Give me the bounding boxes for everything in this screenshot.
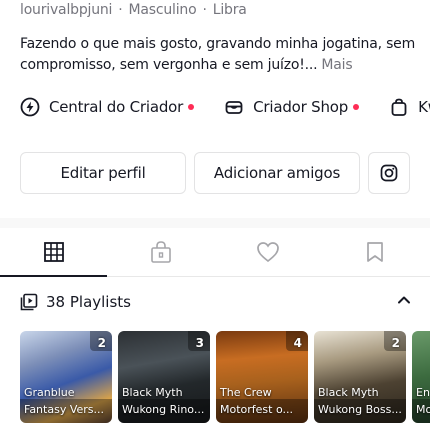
playlist-video-count: 4 [293, 336, 302, 350]
playlists-count-label: 38 Playlists [46, 293, 131, 311]
link-kwa[interactable]: Kwa [389, 97, 430, 117]
link-creator-center[interactable]: Central do Criador [20, 97, 195, 117]
playlist-card[interactable]: En Mo [412, 331, 430, 423]
tab-videos[interactable] [0, 228, 107, 277]
instagram-button[interactable] [368, 152, 410, 194]
playlist-card[interactable]: 4 The Crew Motorfest o... [216, 331, 308, 423]
playlist-title-line1: Granblue [24, 386, 75, 399]
link-label: Central do Criador [49, 98, 184, 116]
bag-icon [391, 98, 407, 116]
playlist-title-line1: The Crew [220, 386, 272, 399]
profile-links: Central do Criador Criador Shop Kwa [20, 94, 430, 120]
playlist-card[interactable]: 2 Black Myth Wukong Boss... [314, 331, 406, 423]
notification-dot [188, 104, 195, 110]
profile-tabs [0, 228, 430, 277]
bookmark-icon [366, 242, 383, 262]
playlist-title-line2: Motorfest o... [220, 403, 293, 416]
playlist-title-line1: En [416, 386, 430, 399]
playlist-video-count: 3 [195, 336, 204, 350]
bio-more-link[interactable]: Mais [321, 57, 352, 73]
playlist-card[interactable]: 2 Granblue Fantasy Vers... [20, 331, 112, 423]
link-label: Criador Shop [253, 98, 349, 116]
profile-bio: Fazendo o que mais gosto, gravando minha… [20, 34, 420, 76]
gender: Masculino [128, 2, 197, 18]
chevron-up-icon[interactable] [396, 292, 412, 308]
zodiac-sign: Libra [212, 2, 247, 18]
playlists-header[interactable]: 38 Playlists [20, 290, 412, 314]
lock-bag-icon [150, 241, 171, 263]
tab-liked[interactable] [214, 228, 321, 276]
playlist-title-line2: Fantasy Vers... [24, 403, 105, 416]
instagram-icon [380, 164, 398, 182]
playlist-video-count: 2 [391, 336, 400, 350]
profile-meta: lourivalbpjuni · Masculino · Libra [20, 2, 247, 18]
playlist-card[interactable]: 3 Black Myth Wukong Rino... [118, 331, 210, 423]
cart-icon [225, 101, 243, 114]
add-friends-button[interactable]: Adicionar amigos [194, 152, 360, 194]
tab-saved[interactable] [321, 228, 428, 276]
lightning-circle-icon [20, 97, 40, 117]
notification-dot [353, 104, 360, 110]
playlist-title-line1: Black Myth [318, 386, 379, 399]
playlist-title-line2: Mo [416, 403, 430, 416]
playlist-video-count: 2 [97, 336, 106, 350]
playlist-title-line2: Wukong Rino... [122, 403, 205, 416]
playlist-title-line2: Wukong Boss... [318, 403, 402, 416]
link-label: Kwa [418, 98, 430, 116]
grid-icon [43, 242, 64, 262]
playlist-icon [20, 293, 38, 311]
username: lourivalbpjuni [20, 2, 113, 18]
section-divider [0, 218, 430, 228]
heart-icon [256, 242, 279, 263]
tab-private[interactable] [107, 228, 214, 276]
edit-profile-button[interactable]: Editar perfil [20, 152, 186, 194]
bio-text: Fazendo o que mais gosto, gravando minha… [20, 36, 416, 73]
active-tab-indicator [0, 275, 107, 277]
playlist-title-line1: Black Myth [122, 386, 183, 399]
link-creator-shop[interactable]: Criador Shop [224, 97, 360, 117]
